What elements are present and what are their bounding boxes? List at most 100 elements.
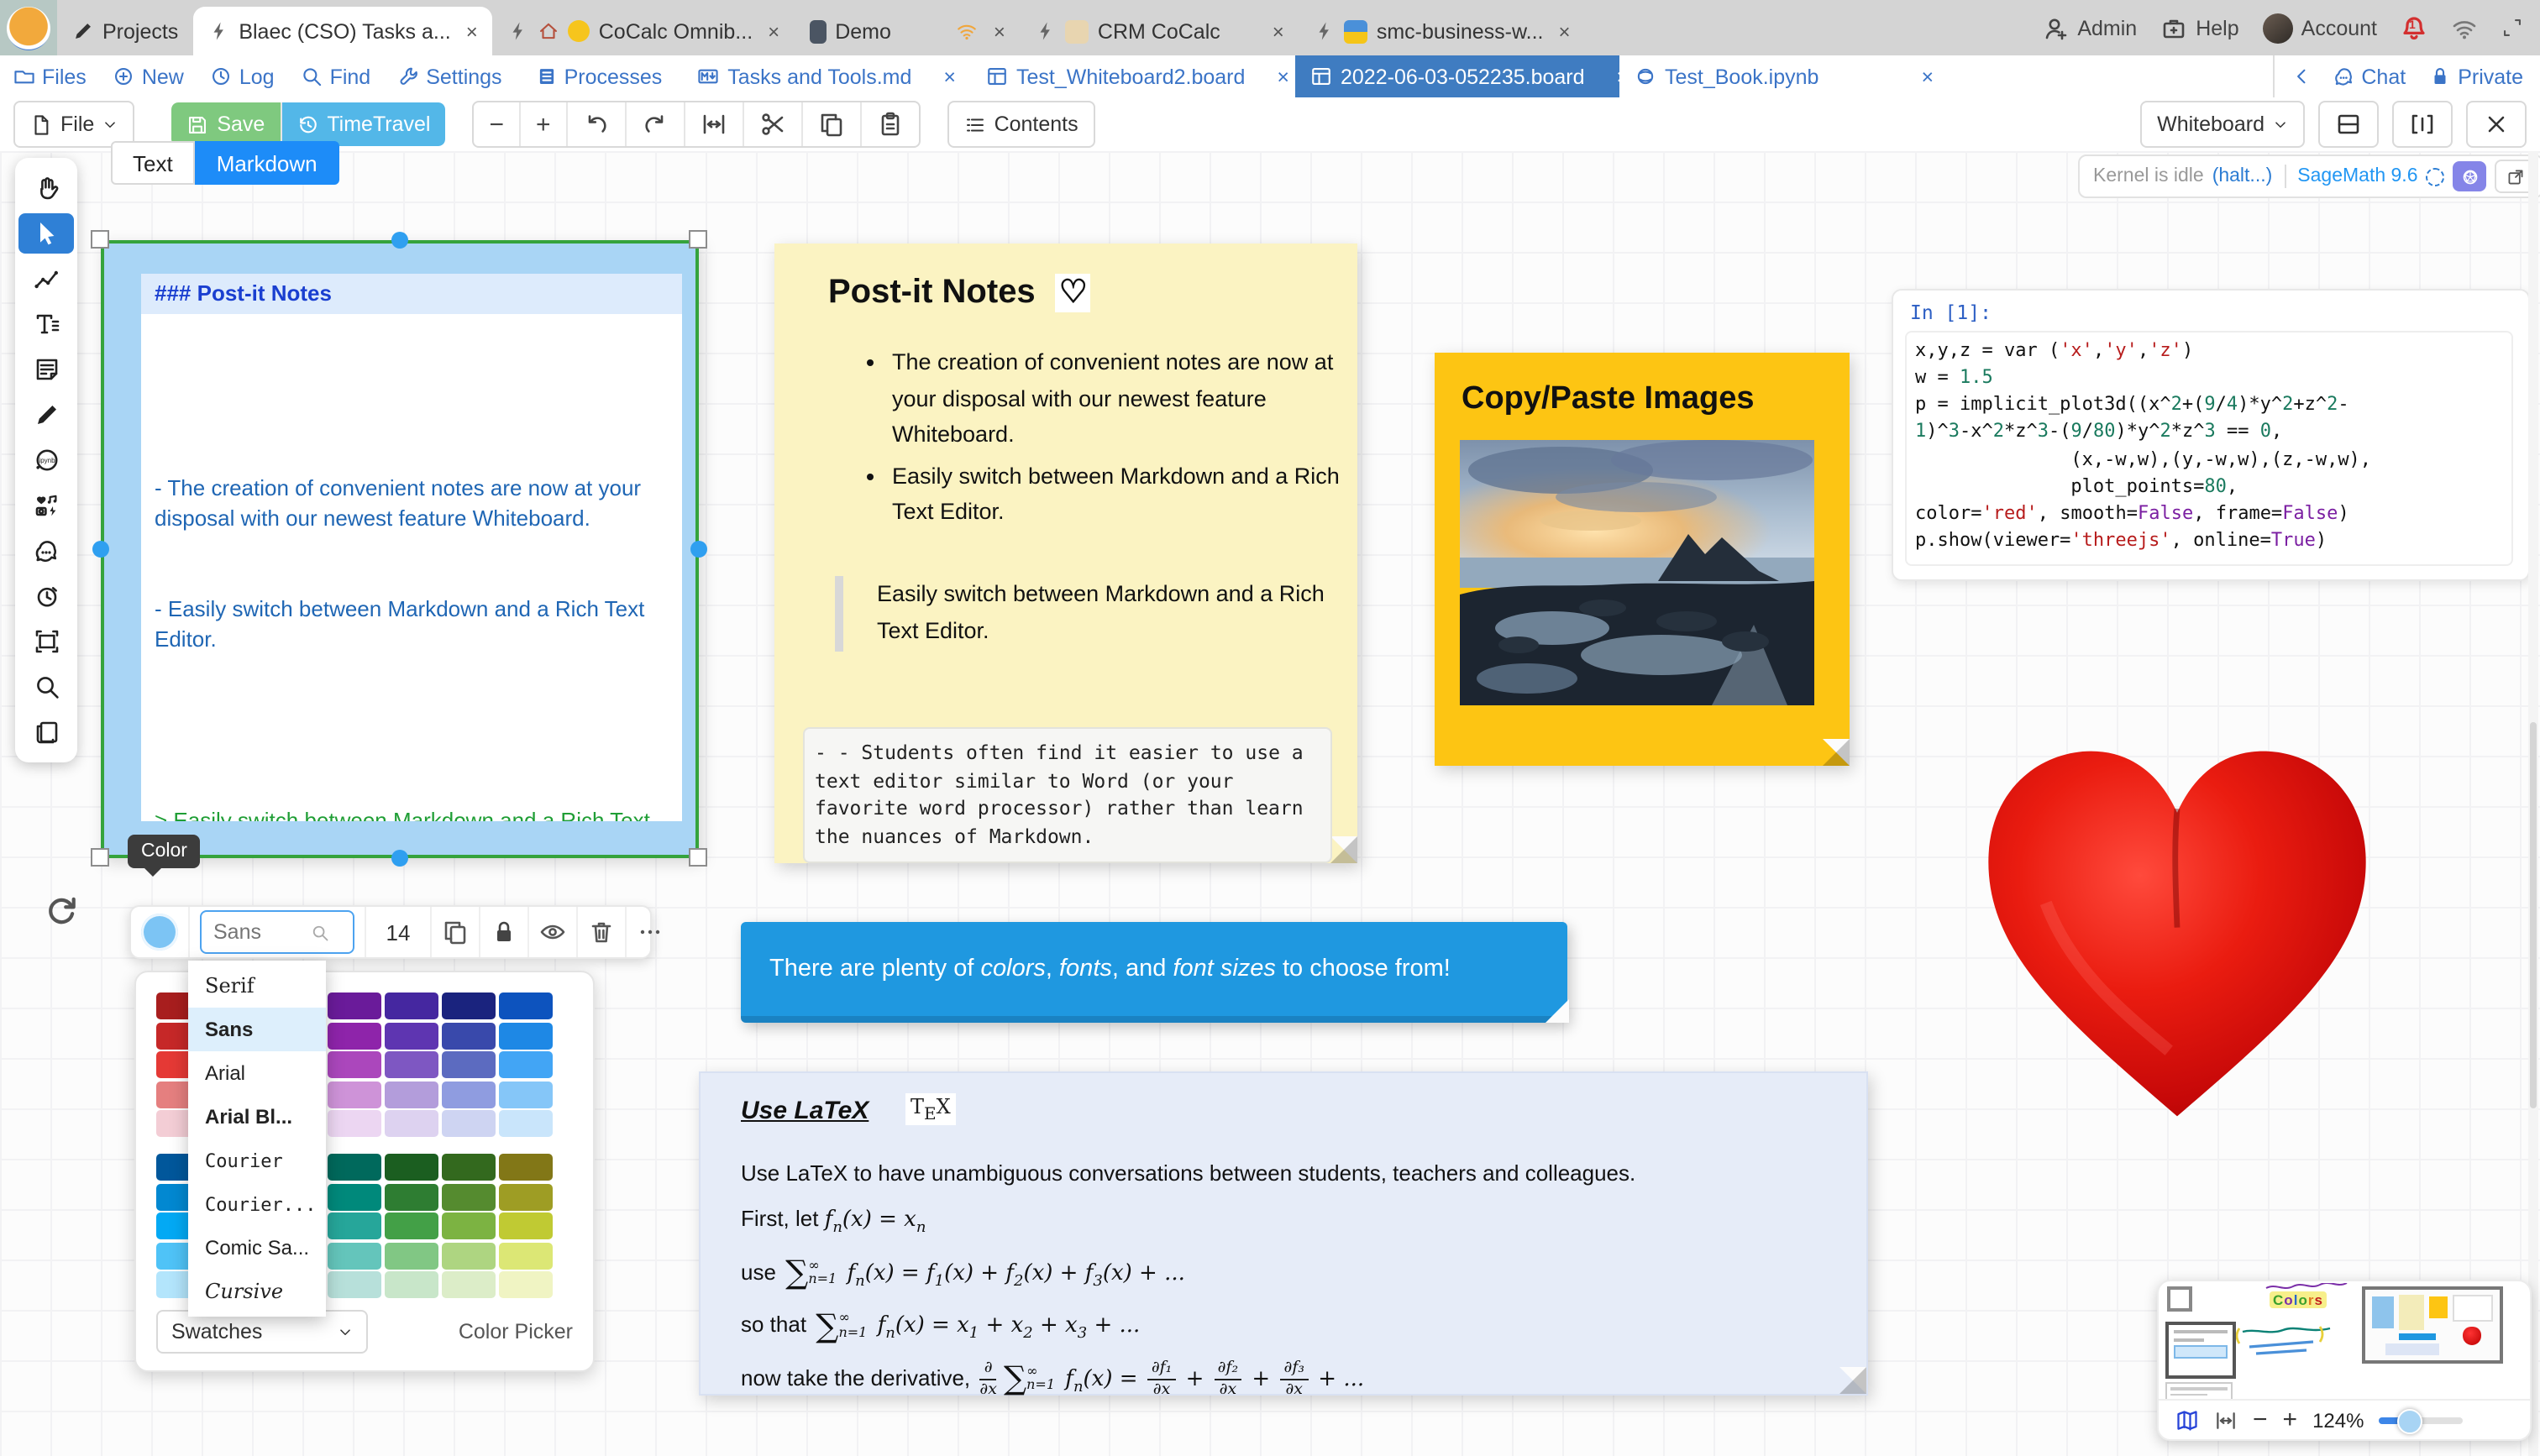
tool-frame[interactable] bbox=[18, 621, 74, 662]
notifications-bell[interactable]: 1 bbox=[2401, 14, 2427, 41]
color-swatch[interactable] bbox=[385, 1022, 438, 1049]
zoom-in-button[interactable]: + bbox=[521, 102, 568, 146]
color-swatch[interactable] bbox=[499, 1242, 553, 1269]
delete-button[interactable] bbox=[578, 907, 627, 957]
minimap-viewport[interactable] bbox=[2165, 1322, 2236, 1379]
browser-tab-smc[interactable]: smc-business-w... × bbox=[1299, 7, 1586, 55]
cut-button[interactable] bbox=[744, 102, 803, 146]
color-swatch[interactable] bbox=[499, 1212, 553, 1239]
private-button[interactable]: Private bbox=[2426, 65, 2527, 88]
color-swatch[interactable] bbox=[442, 1183, 496, 1210]
images-note[interactable]: Copy/Paste Images bbox=[1435, 353, 1850, 766]
selection-handle-bottom-right[interactable] bbox=[689, 848, 707, 867]
color-swatch[interactable] bbox=[499, 1110, 553, 1137]
close-file-button[interactable] bbox=[2466, 101, 2527, 148]
paste-button[interactable] bbox=[862, 102, 919, 146]
minimap[interactable]: Colors bbox=[2157, 1280, 2532, 1441]
close-icon[interactable]: × bbox=[1277, 65, 1289, 88]
scrollbar-thumb[interactable] bbox=[2530, 722, 2537, 1108]
color-swatch[interactable] bbox=[499, 1051, 553, 1078]
color-swatch[interactable] bbox=[499, 1154, 553, 1181]
fit-width-button[interactable] bbox=[685, 102, 744, 146]
account-button[interactable]: Account bbox=[2263, 13, 2377, 43]
tool-hand[interactable] bbox=[18, 168, 74, 208]
duplicate-button[interactable] bbox=[432, 907, 480, 957]
font-menu-item-cursive[interactable]: Cursive bbox=[188, 1270, 326, 1313]
font-menu-item-serif[interactable]: Serif bbox=[188, 964, 326, 1008]
font-menu-item-arial-bl-[interactable]: Arial Bl... bbox=[188, 1095, 326, 1139]
browser-tab-blaec[interactable]: Blaec (CSO) Tasks a... × bbox=[193, 7, 492, 55]
timetravel-button[interactable]: TimeTravel bbox=[281, 102, 445, 146]
banner-note[interactable]: There are plenty of colors, fonts, and f… bbox=[741, 922, 1567, 1023]
color-swatch[interactable] bbox=[499, 992, 553, 1019]
more-button[interactable] bbox=[627, 907, 674, 957]
processes-link[interactable]: Processes bbox=[522, 65, 676, 88]
split-vertical-button[interactable] bbox=[2392, 101, 2453, 148]
file-tab-board-active[interactable]: 2022-06-03-052235.board × bbox=[1295, 55, 1619, 97]
tool-pencil[interactable] bbox=[18, 395, 74, 435]
tool-pages[interactable] bbox=[18, 712, 74, 752]
chevron-left-icon[interactable] bbox=[2291, 65, 2312, 87]
font-menu-item-sans[interactable]: Sans bbox=[188, 1008, 326, 1051]
color-swatch[interactable] bbox=[328, 1154, 381, 1181]
tool-cursor[interactable] bbox=[18, 213, 74, 254]
color-swatch[interactable] bbox=[385, 1242, 438, 1269]
settings-link[interactable]: Settings bbox=[384, 65, 515, 88]
selection-handle-top-mid[interactable] bbox=[391, 232, 408, 249]
log-link[interactable]: Log bbox=[197, 65, 288, 88]
color-swatch[interactable] bbox=[328, 1242, 381, 1269]
browser-tab-crm[interactable]: CRM CoCalc × bbox=[1021, 7, 1299, 55]
save-button[interactable]: Save bbox=[171, 102, 281, 146]
color-swatch[interactable] bbox=[442, 992, 496, 1019]
mode-markdown-button[interactable]: Markdown bbox=[195, 141, 339, 185]
color-swatch[interactable] bbox=[442, 1154, 496, 1181]
selection-handle-top-left[interactable] bbox=[91, 230, 109, 249]
minimap-content[interactable]: Colors bbox=[2159, 1281, 2530, 1401]
tool-chat[interactable] bbox=[18, 531, 74, 571]
color-swatch[interactable] bbox=[442, 1212, 496, 1239]
markdown-editor[interactable]: ### Post-it Notes - The creation of conv… bbox=[141, 274, 682, 821]
font-menu-item-comic-sa-[interactable]: Comic Sa... bbox=[188, 1226, 326, 1270]
font-menu-item-arial[interactable]: Arial bbox=[188, 1051, 326, 1095]
postit-note[interactable]: Post-it Notes ♡ The creation of convenie… bbox=[774, 244, 1357, 863]
color-swatch[interactable] bbox=[328, 992, 381, 1019]
close-icon[interactable]: × bbox=[768, 19, 779, 43]
color-swatch[interactable] bbox=[442, 1242, 496, 1269]
latex-note[interactable]: Use LaTeX TEX Use LaTeX to have unambigu… bbox=[699, 1071, 1868, 1396]
help-button[interactable]: Help bbox=[2160, 14, 2238, 41]
selection-handle-top-right[interactable] bbox=[689, 230, 707, 249]
close-icon[interactable]: × bbox=[1273, 19, 1284, 43]
close-icon[interactable]: × bbox=[994, 19, 1005, 43]
color-swatch[interactable] bbox=[328, 1022, 381, 1049]
color-swatch[interactable] bbox=[328, 1212, 381, 1239]
color-swatch[interactable] bbox=[442, 1271, 496, 1298]
selection-handle-bottom-mid[interactable] bbox=[391, 850, 408, 867]
selected-markdown-note[interactable]: ### Post-it Notes - The creation of conv… bbox=[101, 240, 699, 858]
color-swatch[interactable] bbox=[385, 992, 438, 1019]
color-swatch[interactable] bbox=[385, 1051, 438, 1078]
close-icon[interactable]: × bbox=[466, 19, 478, 43]
canvas-scrollbar[interactable] bbox=[2528, 151, 2538, 1456]
tool-edge[interactable] bbox=[18, 259, 74, 299]
file-tab-notebook[interactable]: Test_Book.ipynb × bbox=[1619, 55, 1944, 97]
heart-3d-plot[interactable] bbox=[1969, 739, 2385, 1129]
color-swatch[interactable] bbox=[442, 1110, 496, 1137]
color-swatch[interactable] bbox=[499, 1271, 553, 1298]
color-button[interactable] bbox=[131, 907, 190, 957]
tool-text[interactable] bbox=[18, 304, 74, 344]
fullscreen-corners-icon[interactable] bbox=[2501, 17, 2523, 39]
split-horizontal-button[interactable] bbox=[2318, 101, 2379, 148]
color-swatch[interactable] bbox=[499, 1022, 553, 1049]
selection-handle-right-mid[interactable] bbox=[690, 541, 707, 558]
color-swatch[interactable] bbox=[385, 1183, 438, 1210]
browser-tab-demo[interactable]: Demo × bbox=[795, 7, 1021, 55]
browser-tab-cocalc-omnib[interactable]: CoCalc Omnib... × bbox=[493, 7, 795, 55]
new-link[interactable]: New bbox=[100, 65, 197, 88]
color-picker-link[interactable]: Color Picker bbox=[459, 1320, 573, 1343]
color-swatch[interactable] bbox=[328, 1081, 381, 1108]
sagemath-icon[interactable] bbox=[2453, 161, 2487, 191]
color-swatch[interactable] bbox=[328, 1051, 381, 1078]
tool-note[interactable] bbox=[18, 349, 74, 390]
tool-media[interactable] bbox=[18, 485, 74, 526]
color-swatch[interactable] bbox=[499, 1081, 553, 1108]
